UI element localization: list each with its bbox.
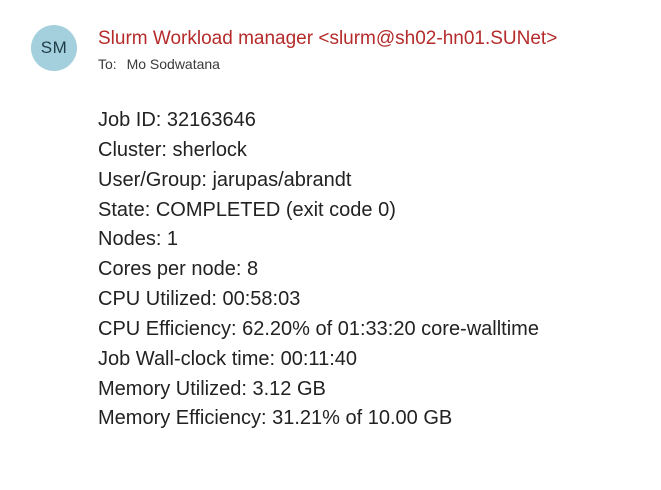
avatar-initials: SM: [40, 38, 68, 57]
email-body: Job ID: 32163646 Cluster: sherlock User/…: [98, 106, 539, 434]
memory-utilized-line: Memory Utilized: 3.12 GB: [98, 377, 326, 400]
nodes-line: Nodes: 1: [98, 228, 179, 251]
recipient-name[interactable]: Mo Sodwatana: [127, 56, 220, 72]
user-group-line: User/Group: jarupas/abrandt: [98, 168, 352, 191]
email-message: SM Slurm Workload manager <slurm@sh02-hn…: [0, 0, 661, 490]
wall-clock-time-line: Job Wall-clock time: 00:11:40: [98, 347, 357, 370]
to-label: To:: [98, 56, 117, 72]
job-id-line: Job ID: 32163646: [98, 109, 256, 131]
state-line: State: COMPLETED (exit code 0): [98, 198, 396, 221]
recipient-line: To: Mo Sodwatana: [98, 56, 557, 72]
avatar[interactable]: SM: [31, 25, 77, 71]
cpu-efficiency-line: CPU Efficiency: 62.20% of 01:33:20 core-…: [98, 317, 539, 340]
cpu-utilized-line: CPU Utilized: 00:58:03: [98, 288, 301, 311]
email-header: Slurm Workload manager <slurm@sh02-hn01.…: [98, 27, 557, 72]
cores-per-node-line: Cores per node: 8: [98, 258, 259, 281]
sender-name[interactable]: Slurm Workload manager <slurm@sh02-hn01.…: [98, 27, 557, 51]
cluster-line: Cluster: sherlock: [98, 138, 247, 161]
memory-efficiency-line: Memory Efficiency: 31.21% of 10.00 GB: [98, 407, 453, 430]
